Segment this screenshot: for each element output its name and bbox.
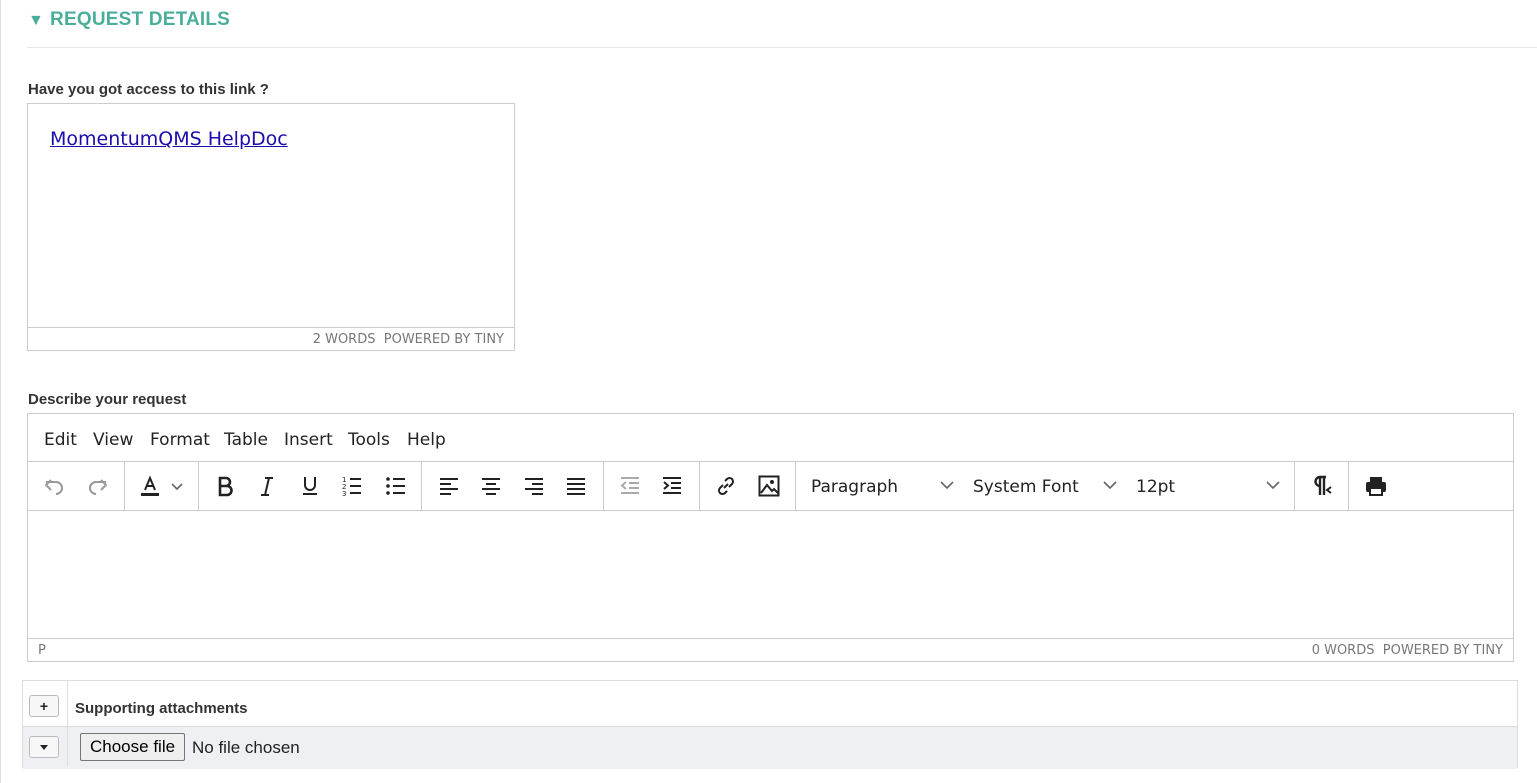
chevron-down-icon bbox=[1266, 481, 1280, 490]
supporting-attachments-panel: + Supporting attachments Choose file No … bbox=[22, 680, 1518, 769]
bullet-list-button[interactable] bbox=[380, 471, 412, 501]
link-access-editor: MomentumQMS HelpDoc 2 WORDS POWERED BY T… bbox=[27, 103, 515, 351]
font-size-select[interactable]: 12pt bbox=[1136, 471, 1286, 501]
align-right-icon bbox=[525, 478, 543, 495]
bold-icon bbox=[218, 476, 233, 497]
indent-button[interactable] bbox=[656, 471, 688, 501]
font-size-value: 12pt bbox=[1136, 477, 1176, 497]
print-icon bbox=[1366, 477, 1386, 496]
bullet-list-icon bbox=[386, 477, 405, 495]
link-icon bbox=[717, 476, 735, 496]
block-format-select[interactable]: Paragraph bbox=[811, 471, 961, 501]
menu-format[interactable]: Format bbox=[150, 430, 210, 450]
bold-button[interactable] bbox=[209, 471, 241, 501]
add-attachment-button[interactable]: + bbox=[29, 695, 59, 717]
chevron-down-icon bbox=[940, 481, 954, 490]
menu-view[interactable]: View bbox=[93, 430, 133, 450]
numbered-list-button[interactable]: 123 bbox=[336, 471, 368, 501]
menu-insert[interactable]: Insert bbox=[284, 430, 333, 450]
text-color-dropdown[interactable] bbox=[167, 471, 187, 501]
undo-icon bbox=[44, 479, 63, 495]
align-left-icon bbox=[440, 478, 458, 495]
attachments-title: Supporting attachments bbox=[75, 700, 248, 717]
powered-by-tiny[interactable]: POWERED BY TINY bbox=[1383, 643, 1503, 658]
underline-button[interactable] bbox=[294, 471, 326, 501]
underline-icon bbox=[303, 477, 317, 495]
align-justify-button[interactable] bbox=[560, 471, 592, 501]
align-left-button[interactable] bbox=[433, 471, 465, 501]
editor-menubar: Edit View Format Table Insert Tools Help bbox=[28, 414, 1513, 462]
collapse-triangle-icon: ▼ bbox=[28, 12, 45, 29]
outdent-button[interactable] bbox=[614, 471, 646, 501]
rtl-direction-button[interactable] bbox=[1306, 471, 1338, 501]
toolbar-separator bbox=[795, 462, 796, 510]
powered-by-tiny[interactable]: POWERED BY TINY bbox=[384, 332, 504, 347]
print-button[interactable] bbox=[1360, 471, 1392, 501]
describe-request-content-area[interactable] bbox=[28, 511, 1513, 639]
toolbar-separator bbox=[603, 462, 604, 510]
attachments-header-row: + Supporting attachments bbox=[23, 681, 1517, 726]
attachment-row-menu-button[interactable] bbox=[29, 736, 59, 758]
font-family-select[interactable]: System Font bbox=[973, 471, 1123, 501]
insert-image-button[interactable] bbox=[753, 471, 785, 501]
word-count: 2 WORDS bbox=[312, 332, 376, 347]
toolbar-separator bbox=[124, 462, 125, 510]
editor-toolbar: 123 Paragraph System Font 12pt bbox=[28, 462, 1513, 511]
column-divider bbox=[67, 681, 68, 767]
chevron-down-icon bbox=[1103, 481, 1117, 490]
redo-button[interactable] bbox=[82, 471, 114, 501]
describe-request-label: Describe your request bbox=[28, 391, 187, 408]
italic-icon bbox=[261, 477, 273, 496]
toolbar-separator bbox=[1294, 462, 1295, 510]
describe-request-statusbar: P 0 WORDS POWERED BY TINY bbox=[28, 638, 1513, 661]
choose-file-button[interactable]: Choose file bbox=[80, 733, 186, 761]
toolbar-separator bbox=[699, 462, 700, 510]
menu-help[interactable]: Help bbox=[407, 430, 446, 450]
statusbar-info: 2 WORDS POWERED BY TINY bbox=[313, 332, 504, 347]
outdent-icon bbox=[620, 477, 639, 494]
font-family-value: System Font bbox=[973, 477, 1079, 497]
section-toggle-request-details[interactable]: ▼ REQUEST DETAILS bbox=[28, 9, 230, 31]
link-access-statusbar: 2 WORDS POWERED BY TINY bbox=[28, 327, 514, 350]
align-center-button[interactable] bbox=[475, 471, 507, 501]
attachment-row: Choose file No file chosen bbox=[23, 726, 1517, 769]
chevron-down-icon bbox=[171, 483, 183, 491]
section-divider bbox=[27, 47, 1537, 48]
menu-table[interactable]: Table bbox=[224, 430, 268, 450]
no-file-chosen-text: No file chosen bbox=[192, 738, 300, 757]
numbered-list-icon: 123 bbox=[342, 476, 361, 498]
paragraph-rtl-icon bbox=[1314, 475, 1332, 495]
link-access-editor-body[interactable]: MomentumQMS HelpDoc bbox=[28, 104, 514, 328]
toolbar-separator bbox=[1348, 462, 1349, 510]
insert-link-button[interactable] bbox=[710, 471, 742, 501]
text-color-icon bbox=[141, 475, 159, 496]
page-left-border bbox=[0, 0, 1, 783]
helpdoc-link[interactable]: MomentumQMS HelpDoc bbox=[50, 128, 288, 150]
link-access-label: Have you got access to this link ? bbox=[28, 81, 269, 98]
section-title: REQUEST DETAILS bbox=[50, 9, 231, 30]
redo-icon bbox=[89, 479, 108, 495]
indent-icon bbox=[663, 477, 681, 494]
align-right-button[interactable] bbox=[518, 471, 550, 501]
element-path[interactable]: P bbox=[38, 643, 46, 658]
caret-down-icon bbox=[40, 745, 48, 750]
menu-edit[interactable]: Edit bbox=[44, 430, 77, 450]
word-count: 0 WORDS bbox=[1311, 643, 1375, 658]
align-justify-icon bbox=[567, 478, 585, 495]
block-format-value: Paragraph bbox=[811, 477, 899, 497]
menu-tools[interactable]: Tools bbox=[348, 430, 390, 450]
italic-button[interactable] bbox=[251, 471, 283, 501]
align-center-icon bbox=[482, 478, 500, 495]
text-color-button[interactable] bbox=[134, 471, 166, 501]
describe-request-editor: Edit View Format Table Insert Tools Help bbox=[27, 413, 1514, 662]
statusbar-info: 0 WORDS POWERED BY TINY bbox=[1312, 643, 1503, 658]
undo-button[interactable] bbox=[38, 471, 70, 501]
svg-text:3: 3 bbox=[342, 490, 346, 498]
image-icon bbox=[758, 475, 780, 497]
toolbar-separator bbox=[198, 462, 199, 510]
toolbar-separator bbox=[421, 462, 422, 510]
